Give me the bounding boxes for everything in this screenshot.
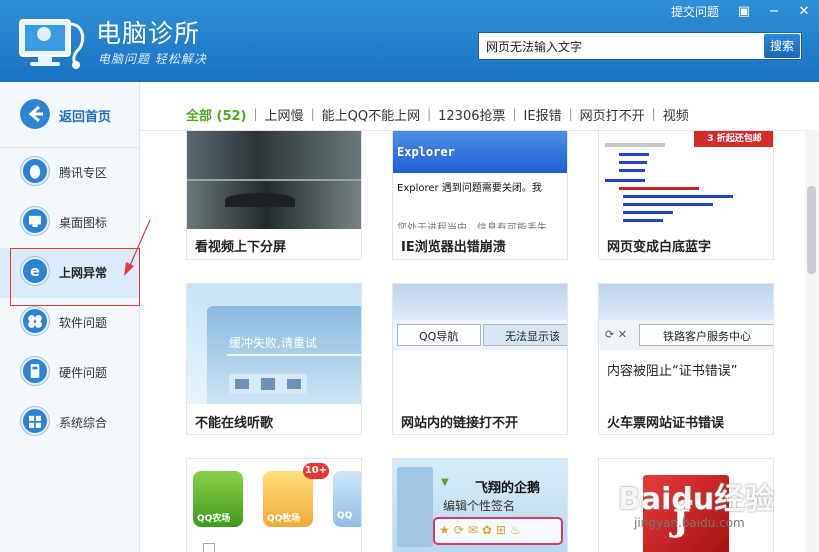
card-online-music[interactable]: 缓冲失败,请重试 不能在线听歌 [186,283,362,435]
card-qq-profile[interactable]: ▼ 飞翔的企鹅 编辑个性签名 ★⟳✉✿⊞♨ [392,458,568,552]
stethoscope-monitor-icon [19,19,85,69]
filter-ie-error[interactable]: IE报错 [517,105,569,124]
thumbnail-text: QQ导航 [419,330,459,343]
toolbar-icons: ★⟳✉✿⊞♨ [439,523,525,537]
sidebar-item-tencent[interactable]: 腾讯专区 [0,148,140,198]
thumbnail-text: QQ农场 [197,514,231,524]
filter-video[interactable]: 视频 [656,105,696,124]
category-filter-bar: 全部 (52) | 上网慢 | 能上QQ不能上网 | 12306抢票 | IE报… [186,104,696,124]
baidu-watermark-url: jingyan.baidu.com [634,516,745,530]
sidebar-item-label: 硬件问题 [59,366,108,380]
software-icon [21,307,49,335]
scrollbar-thumb[interactable] [807,186,816,274]
filter-slow[interactable]: 上网慢 [258,105,311,124]
card-thumbnail [187,131,361,229]
thumbnail-text: QQ [337,511,353,521]
back-home-button[interactable]: 返回首页 [0,82,140,148]
thumbnail-banner: 3 折起还包邮 [694,131,773,147]
annotation-arrow-icon [124,219,151,276]
card-links-not-open[interactable]: QQ导航 无法显示该 网站内的链接打不开 [392,283,568,435]
search-button[interactable]: 搜索 [764,34,800,58]
search-box: 搜索 [478,32,802,60]
desktop-icon [21,207,49,235]
app-title: 电脑诊所 [96,19,201,48]
card-thumbnail: Explorer Explorer 遇到问题需要关闭。我 您处于进程当中，信息有… [393,131,567,229]
minimize-icon[interactable]: − [759,0,789,24]
filter-all[interactable]: 全部 (52) [186,105,254,124]
card-thumbnail: ▼ 飞翔的企鹅 编辑个性签名 ★⟳✉✿⊞♨ [393,459,567,552]
card-white-blue-page[interactable]: 3 折起还包邮 网页变成白底蓝字 [598,130,774,260]
card-thumbnail: 3 折起还包邮 [599,131,773,229]
baidu-watermark: Baidu经验 [618,482,775,517]
card-qq-farm[interactable]: QQ农场 QQ牧场 10+ QQ [186,458,362,552]
search-input[interactable] [479,33,763,59]
back-arrow-icon [20,99,50,129]
thumbnail-nav-buttons: ⟳ ✕ [605,328,627,341]
sidebar-item-label: 软件问题 [59,316,108,330]
card-ie-crash[interactable]: Explorer Explorer 遇到问题需要关闭。我 您处于进程当中，信息有… [392,130,568,260]
card-thumbnail: ⟳ ✕ 铁路客户服务中心 内容被阻止“证书错误” [599,284,773,404]
thumbnail-text: 无法显示该 [505,330,560,343]
thumbnail-text: Explorer 遇到问题需要关闭。我 [397,183,542,194]
card-title: 网站内的链接打不开 [401,416,519,431]
sidebar-item-label: 系统综合 [59,416,108,430]
close-icon[interactable]: ✕ [789,0,819,24]
sidebar-item-label: 桌面图标 [59,216,108,230]
card-thumbnail: QQ农场 QQ牧场 10+ QQ [187,459,361,552]
window-controls: 提交问题 ▣ − ✕ [661,0,819,24]
filter-page-wont-open[interactable]: 网页打不开 [573,105,652,124]
card-title: 不能在线听歌 [195,416,274,431]
thumbnail-text: 缓冲失败,请重试 [229,336,317,350]
card-video-split[interactable]: 看视频上下分屏 [186,130,362,260]
menu-icon[interactable]: ▣ [729,0,759,24]
sidebar-item-hardware[interactable]: 硬件问题 [0,348,140,398]
card-title: 看视频上下分屏 [195,240,287,255]
thumbnail-text: 飞翔的企鹅 [475,481,541,496]
thumbnail-text: 内容被阻止“证书错误” [607,364,738,379]
thumbnail-text: 编辑个性签名 [443,499,516,513]
back-home-label: 返回首页 [59,110,112,125]
feedback-link[interactable]: 提交问题 [661,0,729,24]
thumbnail-text: Explorer [397,145,455,159]
sidebar: 返回首页 腾讯专区 桌面图标 e 上网异常 软件问题 硬件问题 系统综合 [0,82,140,552]
card-title: IE浏览器出错崩溃 [401,240,506,255]
hardware-icon [21,357,49,385]
filter-12306[interactable]: 12306抢票 [431,105,512,124]
sidebar-item-system[interactable]: 系统综合 [0,398,140,448]
app-slogan: 电脑问题 轻松解决 [98,52,207,66]
app-header: 电脑诊所 电脑问题 轻松解决 提交问题 ▣ − ✕ 搜索 [0,0,819,82]
thumbnail-text: 铁路客户服务中心 [663,330,751,343]
thumbnail-text: 您处于进程当中，信息有可能丢失 [397,223,547,229]
filter-qq-only[interactable]: 能上QQ不能上网 [315,105,427,124]
windows-icon [21,407,49,435]
card-thumbnail: 缓冲失败,请重试 [187,284,361,404]
sidebar-item-label: 腾讯专区 [59,166,108,180]
card-thumbnail: QQ导航 无法显示该 [393,284,567,404]
card-title: 火车票网站证书错误 [607,416,725,431]
status-triangle-icon: ▼ [441,477,449,488]
thumbnail-badge: 10+ [303,463,329,479]
card-title: 网页变成白底蓝字 [607,240,712,255]
thumbnail-text: QQ牧场 [267,514,301,524]
card-cert-error[interactable]: ⟳ ✕ 铁路客户服务中心 内容被阻止“证书错误” 火车票网站证书错误 [598,283,774,435]
qq-penguin-icon [21,157,49,185]
